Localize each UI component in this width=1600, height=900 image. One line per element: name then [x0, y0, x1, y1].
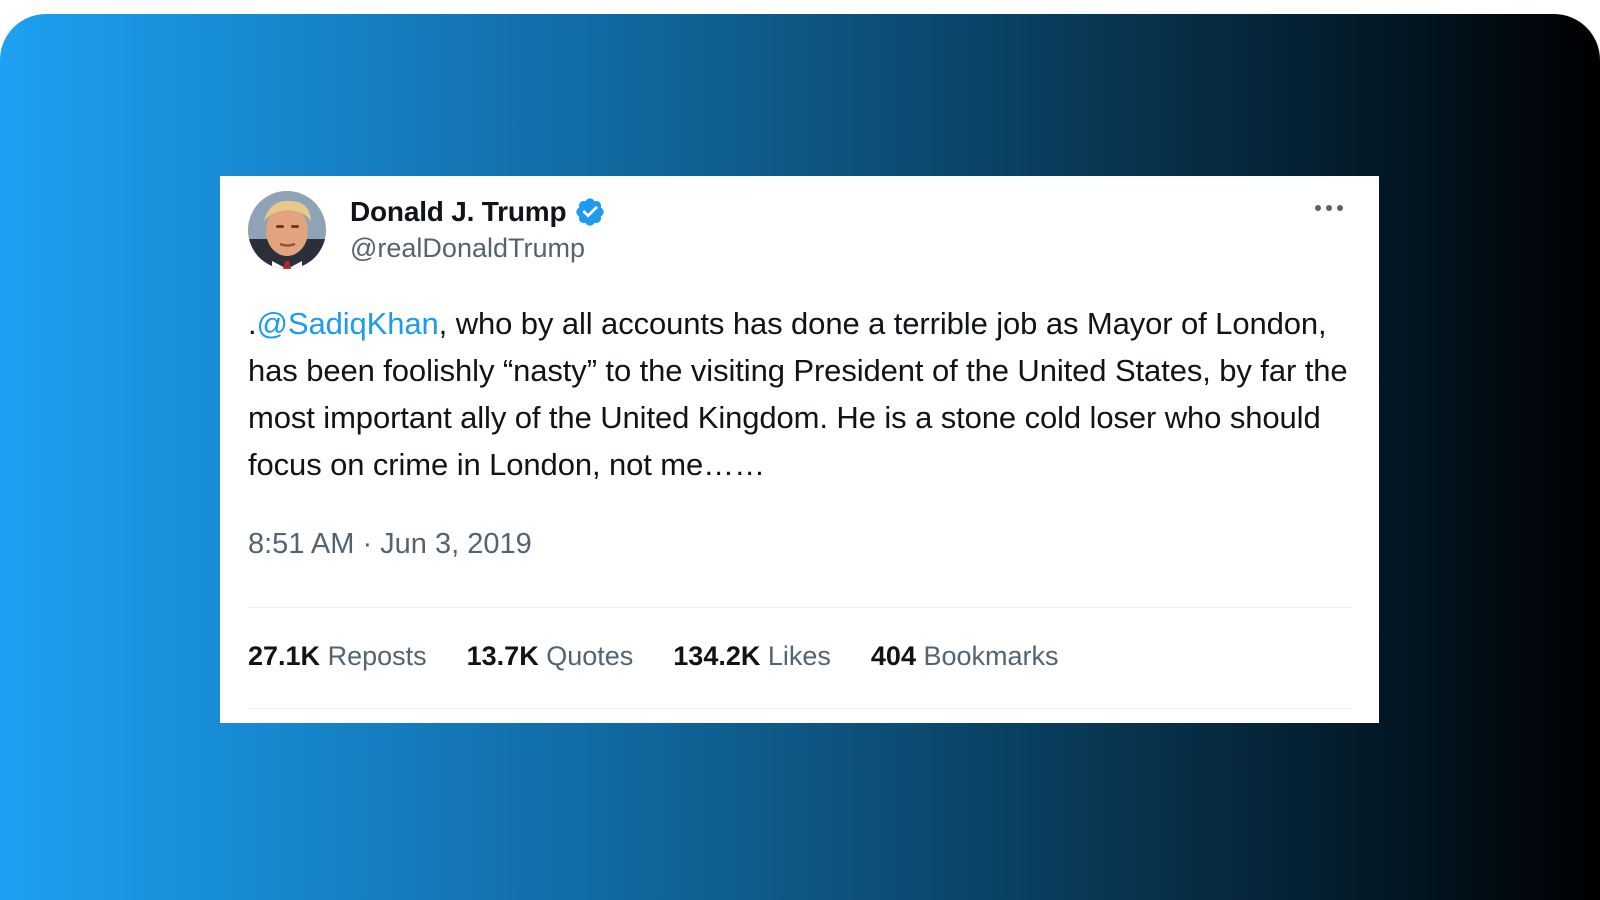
stat-label: Reposts	[327, 640, 427, 671]
mention-link[interactable]: @SadiqKhan	[257, 306, 439, 341]
tweet-card: Donald J. Trump @realDonaldTrump .@Sadiq…	[220, 176, 1379, 723]
more-options-icon[interactable]	[1307, 194, 1351, 222]
stat-value: 13.7K	[466, 640, 539, 671]
stat-label: Quotes	[546, 640, 634, 671]
engagement-stats: 27.1K Reposts 13.7K Quotes 134.2K Likes …	[248, 631, 1099, 681]
author-name[interactable]: Donald J. Trump	[350, 196, 567, 228]
text-prefix: .	[248, 306, 257, 341]
stat-label: Likes	[767, 640, 831, 671]
stat-value: 404	[870, 640, 916, 671]
stat-bookmarks[interactable]: 404 Bookmarks	[871, 641, 1059, 672]
stat-value: 134.2K	[673, 640, 761, 671]
stat-quotes[interactable]: 13.7K Quotes	[467, 641, 634, 672]
author-row: Donald J. Trump	[350, 192, 606, 232]
divider	[248, 708, 1352, 709]
gradient-background: Donald J. Trump @realDonaldTrump .@Sadiq…	[0, 14, 1600, 900]
author-handle[interactable]: @realDonaldTrump	[350, 233, 585, 264]
tweet-text: .@SadiqKhan, who by all accounts has don…	[248, 300, 1358, 488]
stat-reposts[interactable]: 27.1K Reposts	[248, 641, 427, 672]
stat-likes[interactable]: 134.2K Likes	[673, 641, 831, 672]
avatar[interactable]	[248, 191, 326, 269]
tweet-timestamp[interactable]: 8:51 AM · Jun 3, 2019	[248, 528, 532, 561]
stat-value: 27.1K	[248, 640, 321, 671]
avatar-image	[248, 191, 326, 269]
stat-label: Bookmarks	[923, 640, 1059, 671]
divider	[248, 607, 1352, 608]
verified-badge-icon[interactable]	[574, 196, 606, 228]
